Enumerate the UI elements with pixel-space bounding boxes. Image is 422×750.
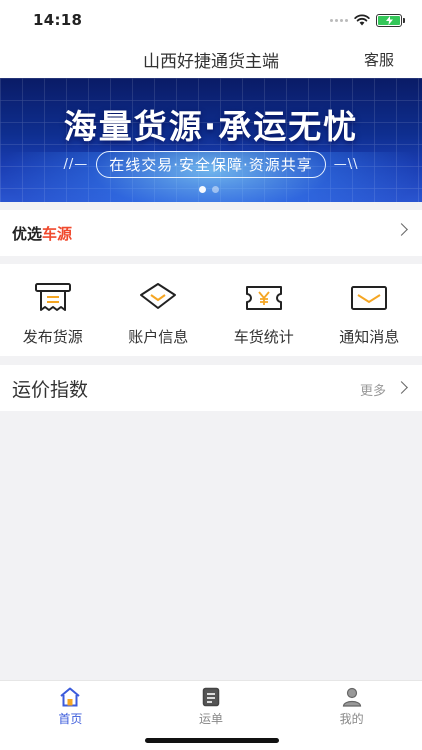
quick-actions: 发布货源 账户信息 车货统计 通知消息 (0, 264, 422, 356)
tab-label: 运单 (199, 712, 224, 726)
receipt-icon (33, 282, 73, 314)
quick-action-label: 通知消息 (339, 328, 400, 346)
wifi-icon (354, 14, 370, 26)
tab-label: 首页 (58, 712, 83, 726)
publish-cargo-button[interactable]: 发布货源 (0, 264, 106, 356)
featured-vehicles-row[interactable]: 优选车源 (0, 210, 422, 256)
banner-dot[interactable] (199, 186, 206, 193)
banner-dot[interactable] (212, 186, 219, 193)
wallet-icon (138, 282, 178, 314)
status-icons (330, 13, 405, 27)
banner-decor-left: //— (63, 156, 89, 172)
tab-home[interactable]: 首页 (0, 681, 141, 750)
banner-decor-right: —\\ (333, 156, 359, 172)
notifications-button[interactable]: 通知消息 (317, 264, 422, 356)
chevron-right-icon[interactable] (395, 381, 408, 394)
banner-headline: 海量货源·承运无忧 (63, 107, 359, 146)
banner-pagination[interactable] (199, 186, 219, 193)
signal-icon (330, 18, 348, 22)
envelope-icon (349, 282, 389, 314)
account-info-button[interactable]: 账户信息 (106, 264, 212, 356)
user-icon (342, 687, 361, 707)
status-bar: 14:18 (0, 0, 422, 40)
quick-action-label: 发布货源 (22, 328, 83, 346)
document-icon (202, 687, 220, 707)
featured-title-part1: 优选 (12, 225, 43, 243)
home-icon (60, 687, 80, 707)
banner-tagline: 在线交易·安全保障·资源共享 (96, 150, 326, 178)
page-title: 山西好捷通货主端 (143, 52, 279, 72)
banner-tagline-group: //— 在线交易·安全保障·资源共享 —\\ (28, 150, 394, 178)
featured-vehicles-title: 优选车源 (12, 223, 72, 244)
chevron-right-icon (395, 223, 408, 236)
freight-index-more-link[interactable]: 更多 (360, 380, 386, 399)
ticket-yen-icon (244, 282, 284, 314)
customer-service-button[interactable]: 客服 (364, 49, 394, 70)
quick-action-label: 车货统计 (233, 328, 294, 346)
status-time: 14:18 (33, 11, 83, 29)
vehicle-cargo-stats-button[interactable]: 车货统计 (211, 264, 317, 356)
tab-label: 我的 (339, 712, 364, 726)
freight-index-header: 运价指数 更多 (0, 365, 422, 411)
nav-bar: 山西好捷通货主端 客服 (0, 40, 422, 78)
tab-profile[interactable]: 我的 (281, 681, 422, 750)
quick-action-label: 账户信息 (128, 328, 189, 346)
featured-title-part2: 车源 (42, 225, 73, 243)
freight-index-title: 运价指数 (12, 379, 89, 401)
home-indicator (145, 738, 279, 743)
battery-icon (376, 13, 405, 27)
promo-banner[interactable]: 海量货源·承运无忧 //— 在线交易·安全保障·资源共享 —\\ (0, 78, 422, 202)
